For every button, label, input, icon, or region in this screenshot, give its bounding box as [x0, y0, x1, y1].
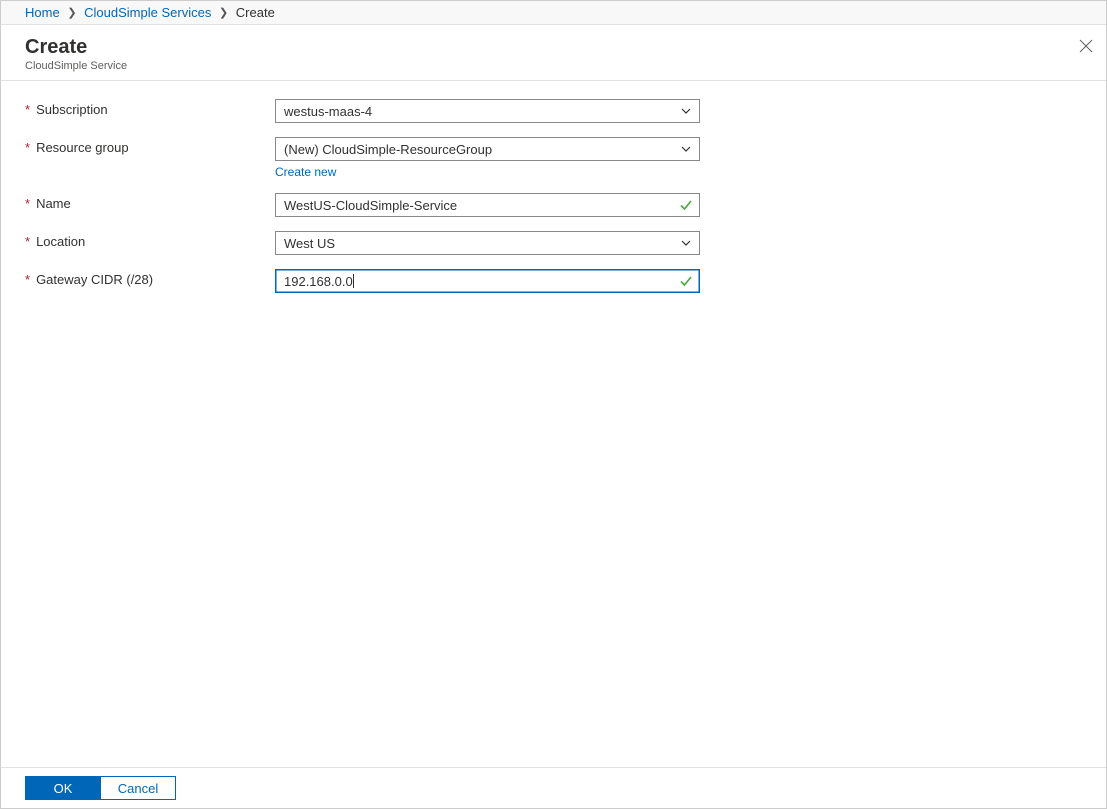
gateway-cidr-label: * Gateway CIDR (/28) — [25, 269, 275, 287]
subscription-dropdown[interactable]: westus-maas-4 — [275, 99, 700, 123]
create-new-link[interactable]: Create new — [275, 165, 336, 179]
location-label-text: Location — [36, 234, 85, 249]
page-subtitle: CloudSimple Service — [25, 60, 1082, 72]
close-button[interactable] — [1076, 39, 1096, 59]
required-marker: * — [25, 234, 30, 249]
required-marker: * — [25, 196, 30, 211]
required-marker: * — [25, 272, 30, 287]
checkmark-icon — [679, 198, 693, 212]
name-label-text: Name — [36, 196, 71, 211]
resource-group-label: * Resource group — [25, 137, 275, 155]
location-label: * Location — [25, 231, 275, 249]
breadcrumb: Home ❯ CloudSimple Services ❯ Create — [1, 1, 1106, 25]
subscription-label: * Subscription — [25, 99, 275, 117]
gateway-cidr-row: * Gateway CIDR (/28) 192.168.0.0 — [25, 269, 1082, 293]
subscription-row: * Subscription westus-maas-4 — [25, 99, 1082, 123]
blade-header: Create CloudSimple Service — [1, 25, 1106, 81]
name-label: * Name — [25, 193, 275, 211]
create-blade: Home ❯ CloudSimple Services ❯ Create Cre… — [0, 0, 1107, 809]
create-form: * Subscription westus-maas-4 * Resource … — [1, 81, 1106, 293]
location-dropdown[interactable]: West US — [275, 231, 700, 255]
breadcrumb-services[interactable]: CloudSimple Services — [84, 5, 211, 20]
chevron-right-icon: ❯ — [63, 7, 80, 19]
location-row: * Location West US — [25, 231, 1082, 255]
subscription-value: westus-maas-4 — [284, 104, 372, 119]
checkmark-icon — [679, 274, 693, 288]
resource-group-label-text: Resource group — [36, 140, 129, 155]
required-marker: * — [25, 102, 30, 117]
chevron-down-icon — [679, 142, 693, 156]
name-input-field[interactable] — [284, 194, 671, 216]
breadcrumb-home[interactable]: Home — [25, 5, 60, 20]
breadcrumb-create: Create — [236, 5, 275, 20]
page-title: Create — [25, 35, 1082, 59]
chevron-right-icon: ❯ — [215, 7, 232, 19]
text-caret — [353, 274, 354, 288]
chevron-down-icon — [679, 104, 693, 118]
resource-group-value: (New) CloudSimple-ResourceGroup — [284, 142, 492, 157]
resource-group-dropdown[interactable]: (New) CloudSimple-ResourceGroup — [275, 137, 700, 161]
required-marker: * — [25, 140, 30, 155]
location-value: West US — [284, 236, 335, 251]
cancel-button[interactable]: Cancel — [100, 776, 176, 800]
name-input[interactable] — [275, 193, 700, 217]
ok-button[interactable]: OK — [25, 776, 101, 800]
subscription-label-text: Subscription — [36, 102, 108, 117]
close-icon — [1079, 41, 1093, 56]
chevron-down-icon — [679, 236, 693, 250]
blade-footer: OK Cancel — [1, 767, 1106, 808]
name-row: * Name — [25, 193, 1082, 217]
gateway-cidr-value: 192.168.0.0 — [284, 274, 353, 289]
gateway-cidr-input[interactable]: 192.168.0.0 — [275, 269, 700, 293]
gateway-cidr-label-text: Gateway CIDR (/28) — [36, 272, 153, 287]
resource-group-row: * Resource group (New) CloudSimple-Resou… — [25, 137, 1082, 179]
